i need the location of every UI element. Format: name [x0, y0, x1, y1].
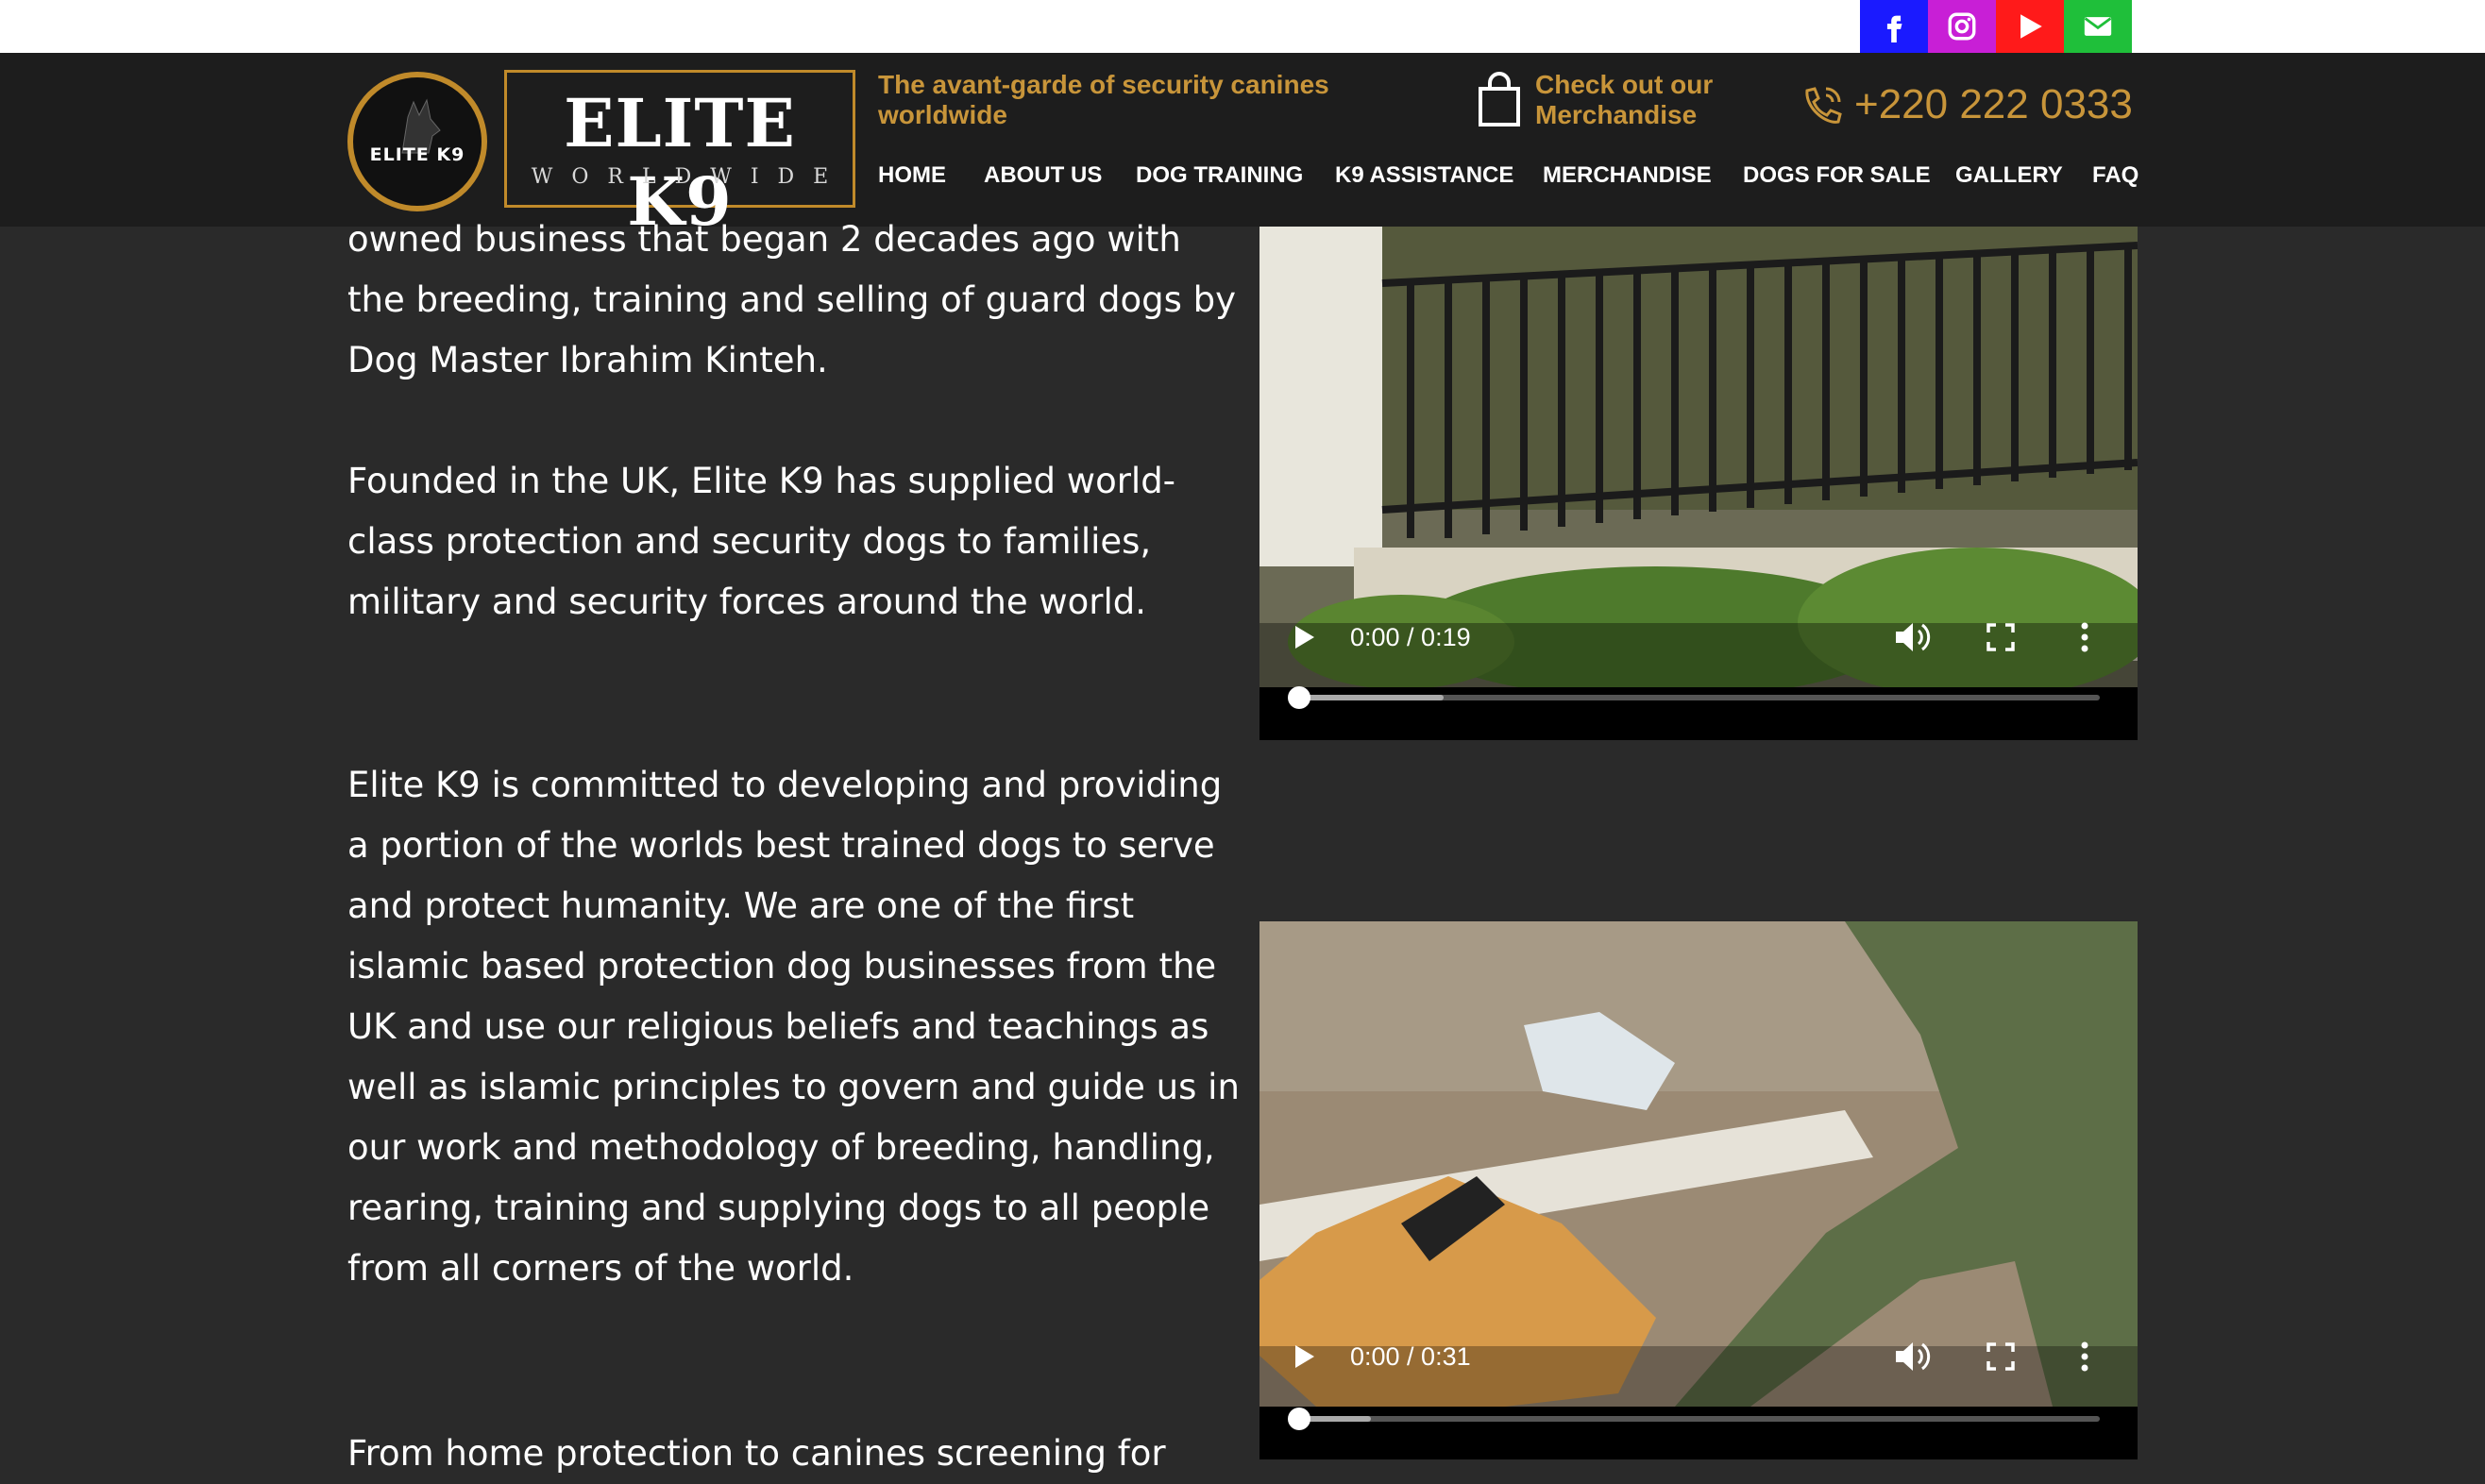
text-line: Dog Master Ibrahim Kinteh. — [347, 340, 828, 380]
video-scrubber-handle[interactable] — [1288, 1408, 1310, 1430]
text-line: From home protection to canines screenin… — [347, 1433, 1166, 1474]
instagram-icon[interactable] — [1928, 0, 1996, 53]
text-line: owned business that began 2 decades ago … — [347, 219, 1181, 260]
about-paragraph-4: From home protection to canines screenin… — [347, 1424, 1254, 1484]
video-controls: 0:00 / 0:31 — [1259, 1329, 2138, 1386]
video-time: 0:00 / 0:31 — [1350, 1342, 1471, 1371]
video-controls: 0:00 / 0:19 — [1259, 610, 2138, 666]
text-line: our work and methodology of breeding, ha… — [347, 1127, 1215, 1168]
fullscreen-icon[interactable] — [1986, 623, 2015, 651]
text-line: Elite K9 is committed to developing and … — [347, 765, 1223, 805]
more-options-icon[interactable] — [2079, 1341, 2090, 1373]
facebook-icon[interactable] — [1860, 0, 1928, 53]
youtube-icon[interactable] — [1996, 0, 2064, 53]
fullscreen-icon[interactable] — [1986, 1342, 2015, 1371]
play-icon[interactable] — [1292, 623, 1318, 651]
text-line: the breeding, training and selling of gu… — [347, 279, 1237, 320]
merchandise-text: Check out our Merchandise — [1535, 70, 1713, 130]
brand-subtitle: WORLDWIDE — [531, 165, 848, 189]
nav-merchandise[interactable]: MERCHANDISE — [1543, 162, 1712, 189]
email-icon[interactable] — [2064, 0, 2132, 53]
top-social-bar — [0, 0, 2485, 53]
phone-icon — [1805, 87, 1842, 124]
shopping-bag-icon — [1479, 72, 1520, 126]
nav-gallery[interactable]: GALLERY — [1955, 162, 2063, 189]
volume-icon[interactable] — [1894, 621, 1932, 653]
text-line: class protection and security dogs to fa… — [347, 521, 1152, 562]
play-icon[interactable] — [1292, 1342, 1318, 1371]
about-paragraph-2: Founded in the UK, Elite K9 has supplied… — [347, 451, 1254, 632]
text-line: well as islamic principles to govern and… — [347, 1067, 1240, 1107]
video-player-2[interactable]: 0:00 / 0:31 — [1259, 921, 2138, 1459]
text-line: and protect humanity. We are one of the … — [347, 885, 1135, 926]
nav-dogs-for-sale[interactable]: DOGS FOR SALE — [1743, 162, 1931, 189]
nav-dog-training[interactable]: DOG TRAINING — [1136, 162, 1303, 189]
text-line: UK and use our religious beliefs and tea… — [347, 1006, 1209, 1047]
merchandise-link[interactable]: Check out our Merchandise — [1475, 68, 1720, 136]
text-line: military and security forces around the … — [347, 582, 1146, 622]
video-progress-track[interactable] — [1288, 686, 2100, 709]
logo-emblem-text: ELITE K9 — [369, 144, 465, 165]
nav-k9-assistance[interactable]: K9 ASSISTANCE — [1335, 162, 1513, 189]
phone-number: +220 222 0333 — [1854, 81, 2133, 127]
nav-about-us[interactable]: ABOUT US — [984, 162, 1102, 189]
about-paragraph-1: owned business that began 2 decades ago … — [347, 210, 1254, 391]
text-line: islamic based protection dog businesses … — [347, 946, 1217, 987]
video-buffer-bar — [1299, 695, 1444, 700]
merchandise-line2: Merchandise — [1535, 100, 1698, 129]
logo-emblem[interactable]: ELITE K9 — [347, 72, 487, 211]
video-player-1[interactable]: 0:00 / 0:19 — [1259, 227, 2138, 740]
video-progress-track[interactable] — [1288, 1408, 2100, 1430]
text-line: rearing, training and supplying dogs to … — [347, 1188, 1210, 1228]
video-time: 0:00 / 0:19 — [1350, 623, 1471, 651]
brand-logo[interactable]: ELITE K9 WORLDWIDE — [504, 70, 855, 241]
more-options-icon[interactable] — [2079, 621, 2090, 653]
volume-icon[interactable] — [1894, 1341, 1932, 1373]
site-header: ELITE K9 ELITE K9 WORLDWIDE The avant-ga… — [0, 53, 2485, 241]
phone-link[interactable]: +220 222 0333 — [1798, 79, 2138, 132]
merchandise-line1: Check out our — [1535, 70, 1714, 99]
site-tagline: The avant-garde of security canines worl… — [878, 70, 1329, 129]
text-line: from all corners of the world. — [347, 1248, 854, 1289]
text-line: Founded in the UK, Elite K9 has supplied… — [347, 461, 1176, 501]
nav-home[interactable]: HOME — [878, 162, 946, 189]
about-paragraph-3: Elite K9 is committed to developing and … — [347, 755, 1254, 1299]
video-scrubber-handle[interactable] — [1288, 686, 1310, 709]
nav-faq[interactable]: FAQ — [2092, 162, 2138, 189]
text-line: a portion of the worlds best trained dog… — [347, 825, 1215, 866]
